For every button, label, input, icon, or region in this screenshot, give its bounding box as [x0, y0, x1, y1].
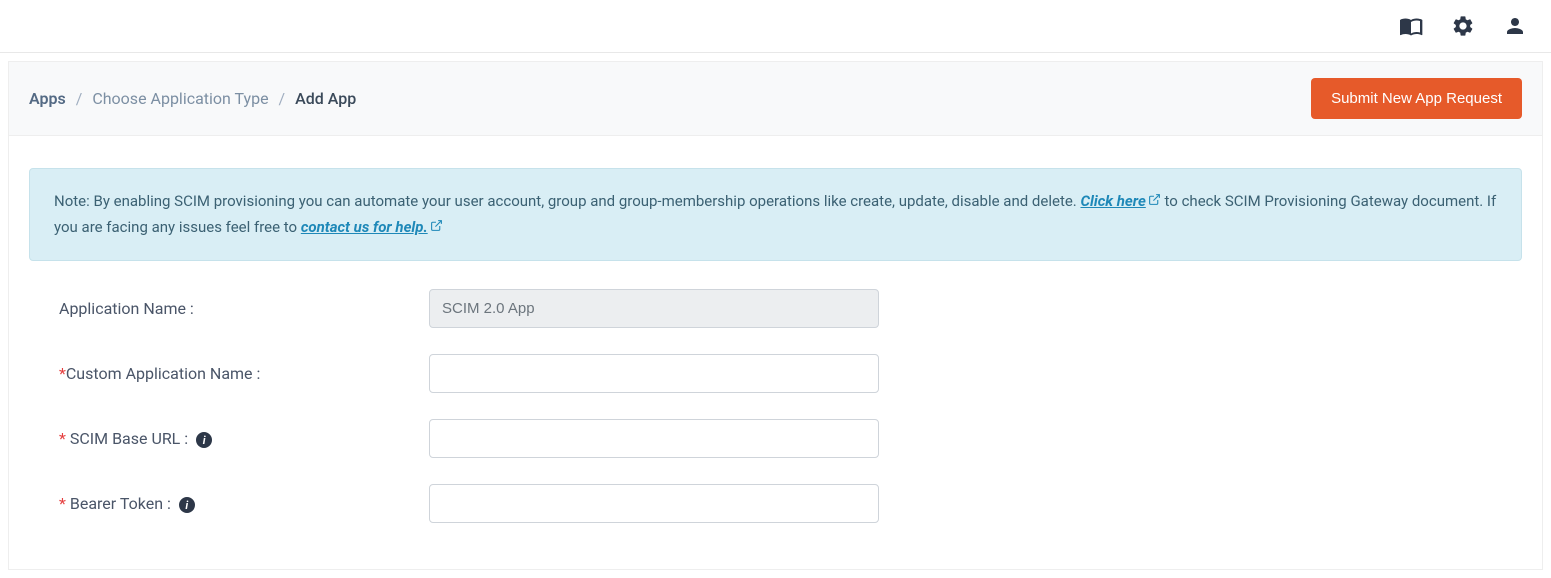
- breadcrumb-choose-type[interactable]: Choose Application Type: [92, 89, 268, 108]
- info-icon[interactable]: i: [179, 497, 195, 513]
- user-icon[interactable]: [1503, 14, 1527, 38]
- row-scim-base-url: * SCIM Base URL : i: [59, 419, 1502, 458]
- label-scim-base-url: * SCIM Base URL : i: [59, 429, 429, 449]
- external-link-icon: [1148, 193, 1161, 206]
- form-area: Application Name : *Custom Application N…: [9, 289, 1542, 569]
- breadcrumb-current: Add App: [295, 89, 356, 108]
- label-application-name: Application Name :: [59, 299, 429, 318]
- label-scim-base-url-text: SCIM Base URL :: [66, 429, 192, 448]
- label-bearer-token: * Bearer Token : i: [59, 494, 429, 514]
- breadcrumb-bar: Apps / Choose Application Type / Add App…: [9, 62, 1542, 136]
- breadcrumb-sep: /: [279, 89, 286, 108]
- label-custom-app-name-text: Custom Application Name :: [66, 364, 261, 383]
- breadcrumb: Apps / Choose Application Type / Add App: [29, 89, 356, 108]
- contact-us-link[interactable]: contact us for help.: [301, 218, 443, 236]
- main-wrap: Apps / Choose Application Type / Add App…: [0, 53, 1551, 578]
- label-custom-app-name: *Custom Application Name :: [59, 364, 429, 383]
- external-link-icon: [430, 219, 443, 232]
- input-custom-app-name[interactable]: [429, 354, 879, 393]
- info-icon[interactable]: i: [196, 432, 212, 448]
- breadcrumb-apps[interactable]: Apps: [29, 89, 66, 108]
- required-mark: *: [59, 364, 66, 383]
- contact-us-text: contact us for help.: [301, 218, 428, 236]
- required-mark: *: [59, 494, 66, 513]
- row-bearer-token: * Bearer Token : i: [59, 484, 1502, 523]
- content-card: Apps / Choose Application Type / Add App…: [8, 61, 1543, 570]
- click-here-link[interactable]: Click here: [1080, 192, 1160, 210]
- top-header: [0, 0, 1551, 53]
- submit-new-app-request-button[interactable]: Submit New App Request: [1311, 78, 1522, 119]
- row-application-name: Application Name :: [59, 289, 1502, 328]
- input-application-name: [429, 289, 879, 328]
- click-here-text: Click here: [1080, 192, 1145, 210]
- row-custom-app-name: *Custom Application Name :: [59, 354, 1502, 393]
- note-text-prefix: Note: By enabling SCIM provisioning you …: [54, 192, 1080, 210]
- book-icon[interactable]: [1399, 14, 1423, 38]
- breadcrumb-sep: /: [76, 89, 83, 108]
- label-bearer-token-text: Bearer Token :: [66, 494, 175, 513]
- required-mark: *: [59, 429, 66, 448]
- info-note: Note: By enabling SCIM provisioning you …: [29, 168, 1522, 261]
- input-scim-base-url[interactable]: [429, 419, 879, 458]
- gear-icon[interactable]: [1451, 14, 1475, 38]
- input-bearer-token[interactable]: [429, 484, 879, 523]
